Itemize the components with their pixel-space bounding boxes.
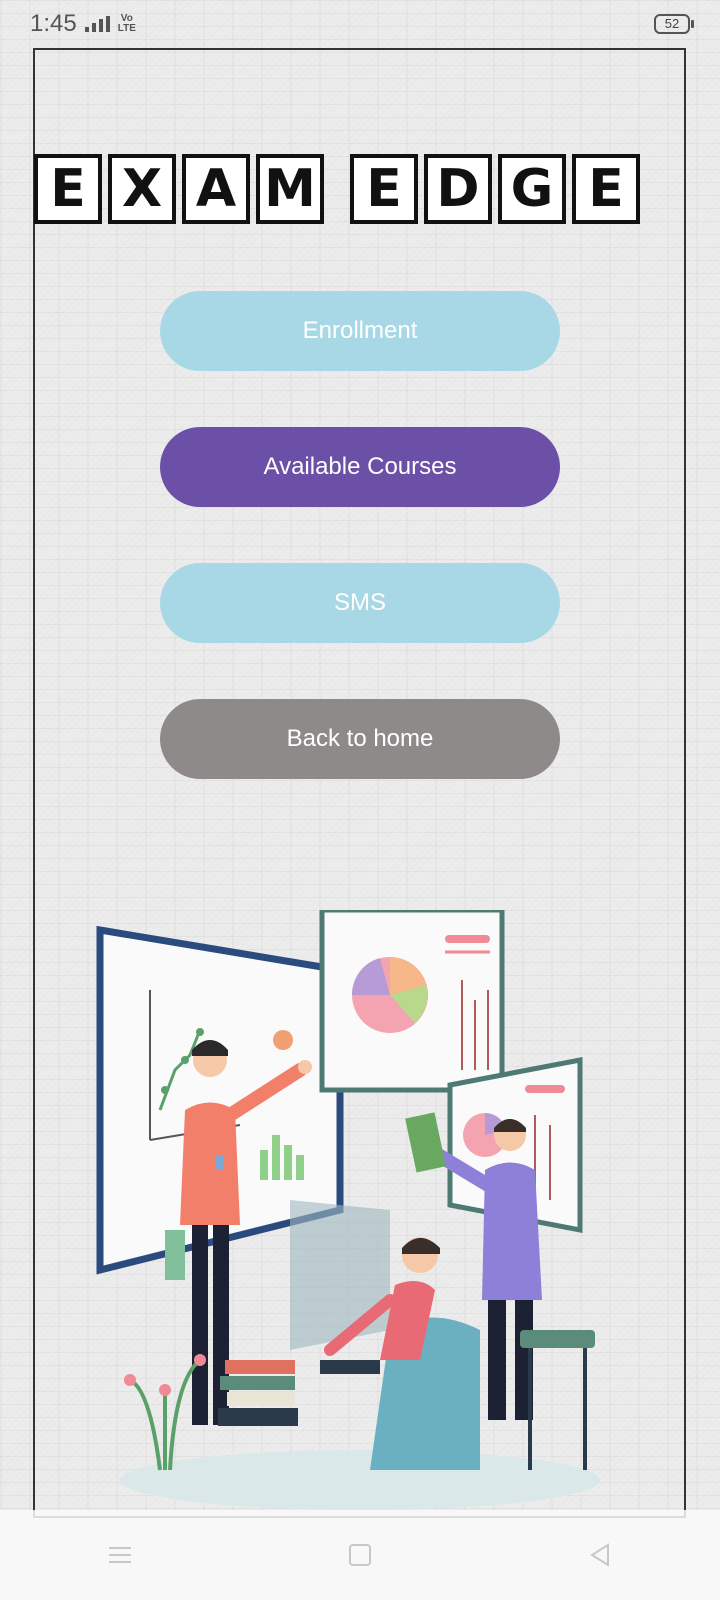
title-word-edge: E D G E [350, 154, 640, 224]
title-letter: A [182, 154, 250, 224]
back-to-home-button[interactable]: Back to home [160, 699, 560, 779]
app-title: E X A M E D G E [34, 152, 688, 226]
volte-indicator: Vo LTE [118, 14, 136, 34]
battery-icon: 52 [654, 14, 694, 34]
title-letter: G [498, 154, 566, 224]
title-letter: D [424, 154, 492, 224]
status-left: 1:45 Vo LTE [30, 10, 136, 38]
battery-level: 52 [664, 16, 680, 31]
title-letter: E [350, 154, 418, 224]
sms-button[interactable]: SMS [160, 563, 560, 643]
volte-label-bottom: LTE [117, 23, 136, 34]
classroom-presentation-illustration [96, 910, 600, 1510]
menu-icon[interactable] [90, 1525, 150, 1585]
back-triangle-icon[interactable] [570, 1525, 630, 1585]
enrollment-button[interactable]: Enrollment [160, 291, 560, 371]
title-word-exam: E X A M [34, 154, 324, 224]
status-time: 1:45 [30, 10, 77, 37]
home-square-icon[interactable] [330, 1525, 390, 1585]
status-bar: 1:45 Vo LTE 52 [0, 0, 720, 48]
title-letter: X [108, 154, 176, 224]
title-letter: E [34, 154, 102, 224]
system-navigation-bar [0, 1510, 720, 1600]
available-courses-button[interactable]: Available Courses [160, 427, 560, 507]
title-letter: M [256, 154, 324, 224]
title-letter: E [572, 154, 640, 224]
signal-strength-icon [84, 16, 110, 32]
